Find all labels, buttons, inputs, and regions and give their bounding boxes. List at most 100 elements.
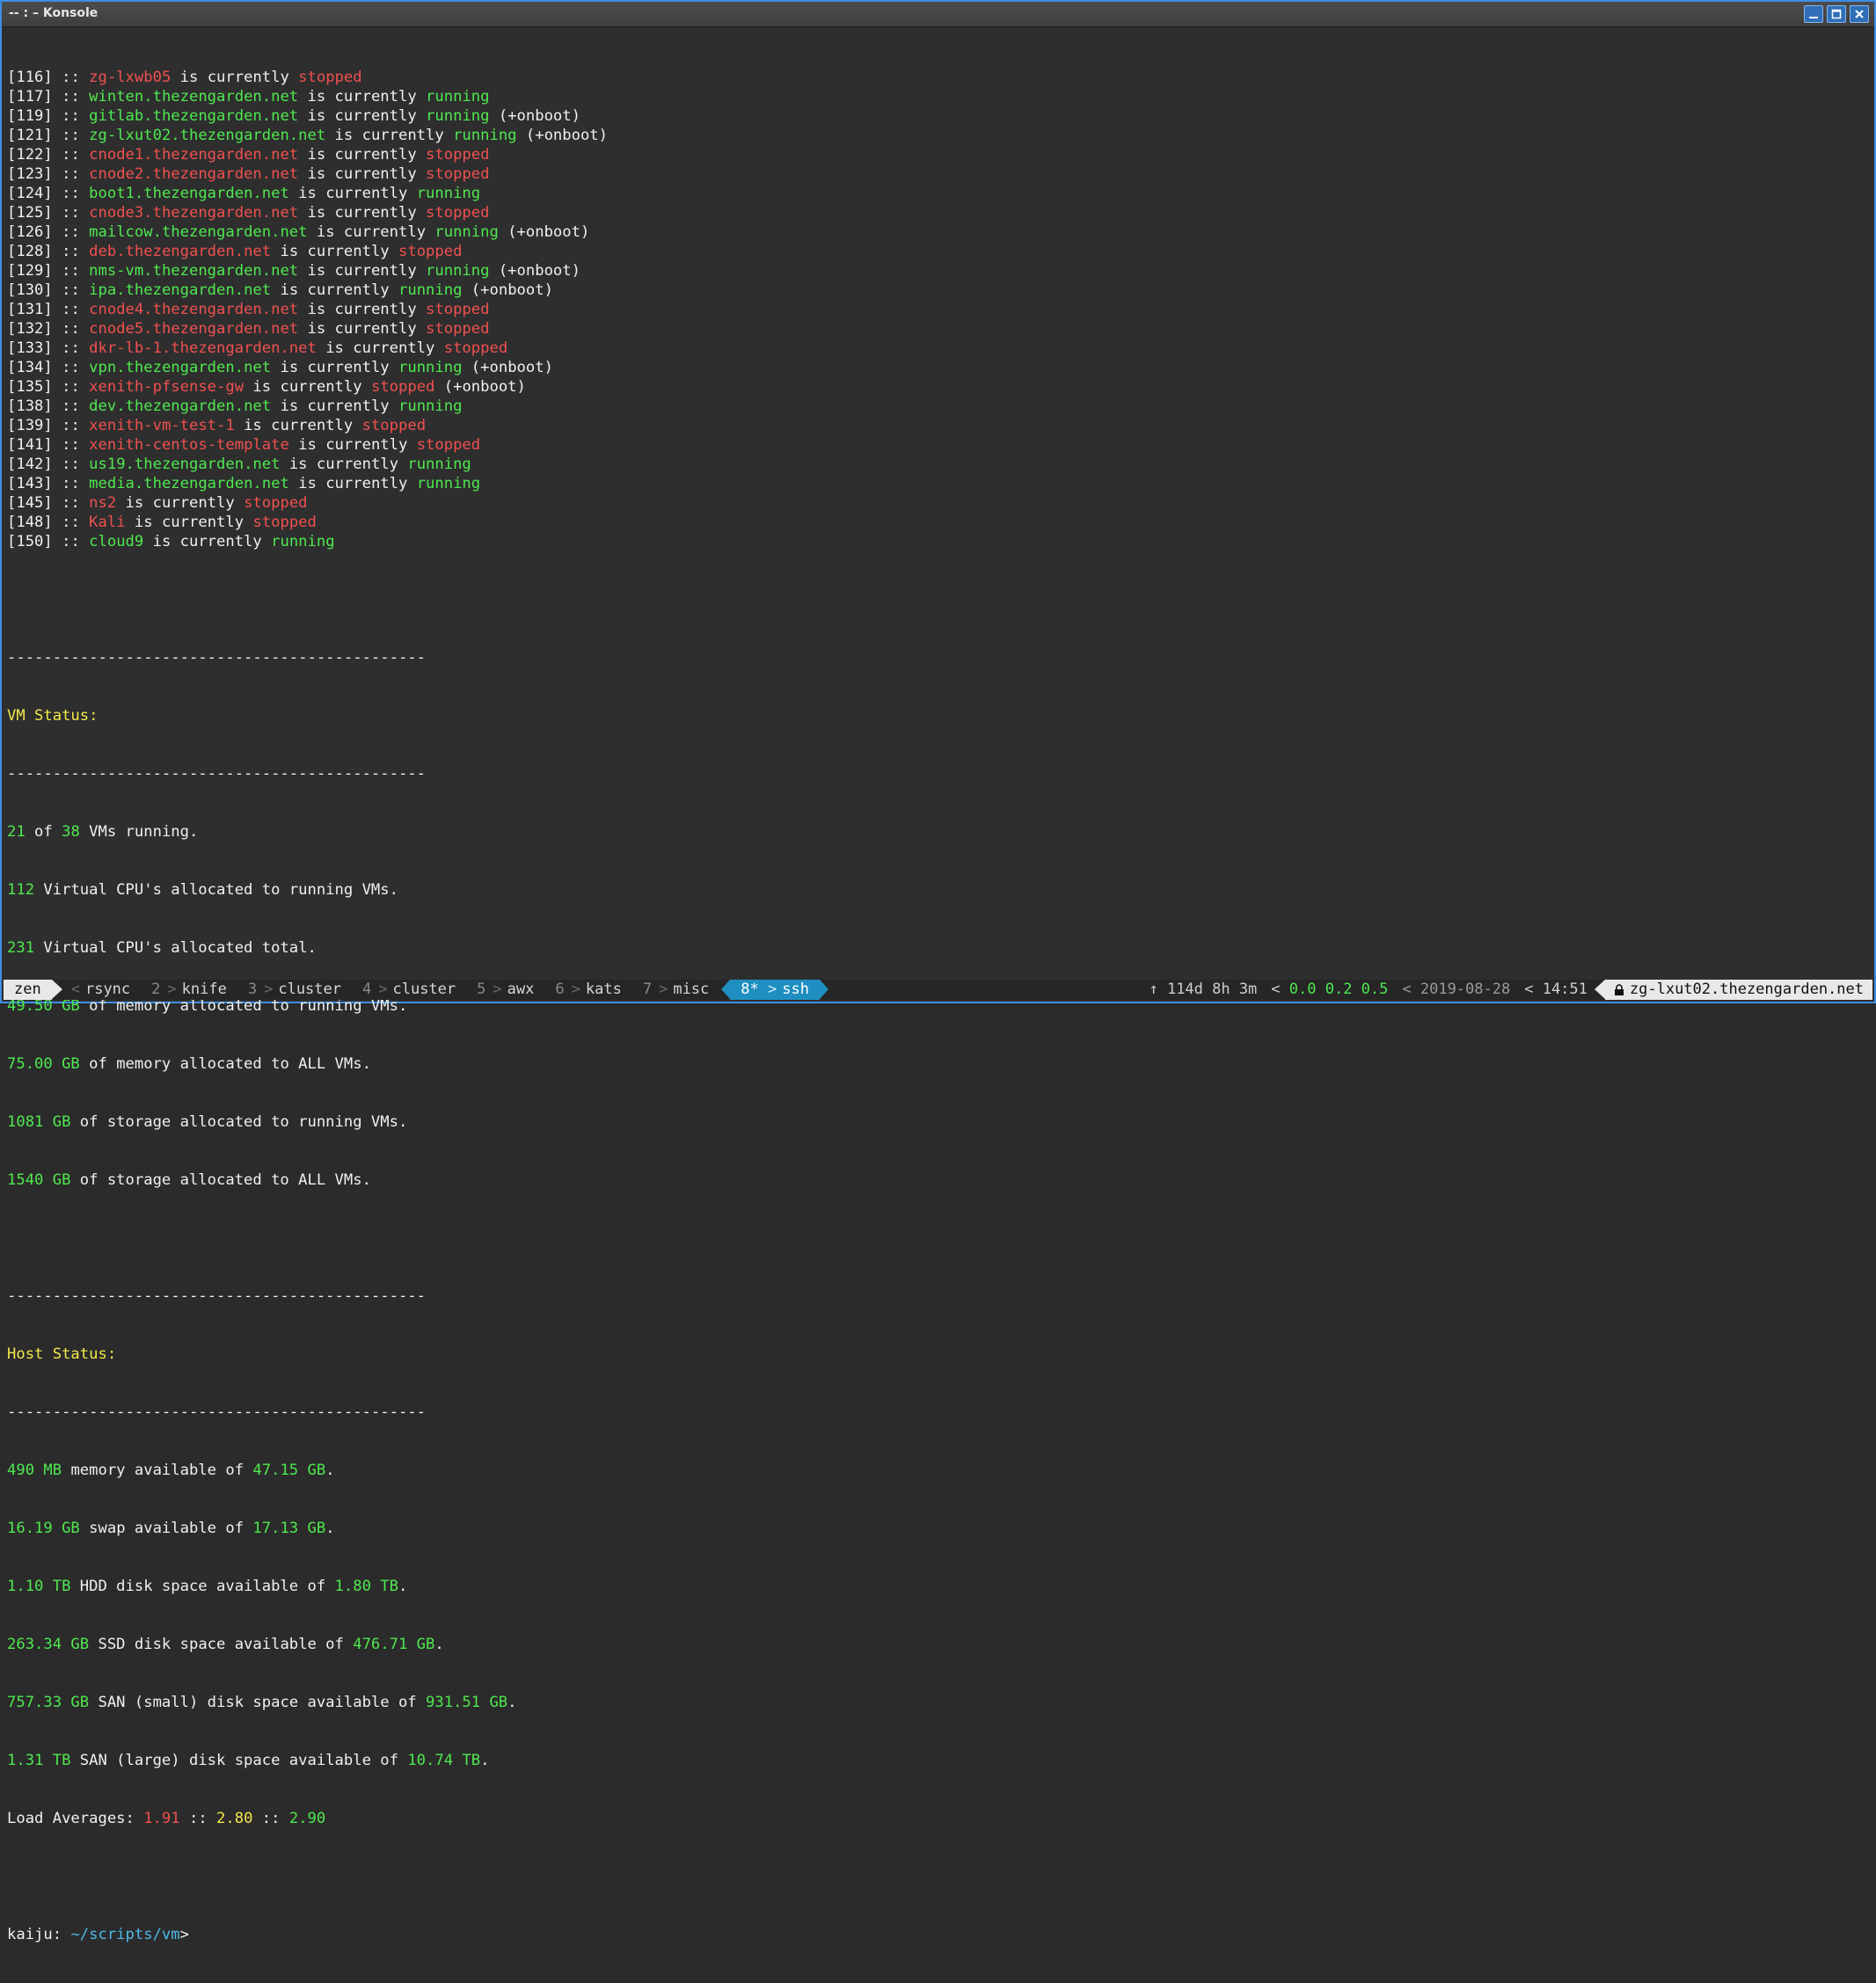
separator: :: <box>52 223 90 241</box>
vm-list-item: [130] :: ipa.thezengarden.net is current… <box>7 281 1869 300</box>
vm-state: stopped <box>244 494 308 512</box>
tab-label: knife <box>181 981 227 998</box>
status-text: is currently <box>298 107 427 125</box>
tab-awx[interactable]: 5 > awx <box>468 980 546 1000</box>
tab-number: 2 <box>151 981 161 998</box>
storage-all-line: 1540 GB of storage allocated to ALL VMs. <box>7 1171 371 1189</box>
separator: :: <box>52 107 90 125</box>
vm-list-item: [121] :: zg-lxut02.thezengarden.net is c… <box>7 126 1869 145</box>
vm-list-item: [117] :: winten.thezengarden.net is curr… <box>7 87 1869 106</box>
status-text: is currently <box>271 359 398 376</box>
vm-list-item: [150] :: cloud9 is currently running <box>7 532 1869 551</box>
vm-name: nms-vm.thezengarden.net <box>89 262 299 280</box>
separator: :: <box>52 69 90 86</box>
vm-name: winten.thezengarden.net <box>89 88 299 106</box>
separator: :: <box>52 397 90 415</box>
status-text: is currently <box>298 165 427 183</box>
separator: :: <box>52 417 90 434</box>
separator: :: <box>52 514 90 531</box>
vm-list-item: [129] :: nms-vm.thezengarden.net is curr… <box>7 261 1869 281</box>
host-san-large-line: 1.31 TB SAN (large) disk space available… <box>7 1752 490 1769</box>
status-text: is currently <box>244 378 371 396</box>
vm-id: [141] <box>7 436 53 454</box>
vm-name: boot1.thezengarden.net <box>89 185 289 202</box>
tab-label: awx <box>507 981 535 998</box>
tmux-status-bar: zen < rsync 2 > knife 3 > cluster 4 > cluster 5 > awx… <box>4 980 1872 1000</box>
vm-list-item: [139] :: xenith-vm-test-1 is currently s… <box>7 416 1869 435</box>
vm-state: stopped <box>426 301 490 318</box>
vm-list-item: [123] :: cnode2.thezengarden.net is curr… <box>7 164 1869 184</box>
close-button[interactable] <box>1850 5 1869 23</box>
tab-active-ssh[interactable]: 8* > ssh <box>730 980 820 1000</box>
maximize-button[interactable] <box>1827 5 1846 23</box>
tab-kats[interactable]: 6 > kats <box>546 980 633 1000</box>
shell-prompt[interactable]: kaiju: ~/scripts/vm> <box>7 1925 1869 1944</box>
vm-list-item: [124] :: boot1.thezengarden.net is curre… <box>7 184 1869 203</box>
title-bar[interactable]: -- : – Konsole <box>2 2 1874 27</box>
vm-state: running <box>426 107 490 125</box>
onboot-flag: (+onboot) <box>471 281 553 299</box>
vm-name: zg-lxwb05 <box>89 69 172 86</box>
status-text: is currently <box>116 494 245 512</box>
tab-number: 5 <box>477 981 486 998</box>
minimize-button[interactable] <box>1804 5 1823 23</box>
status-text: is currently <box>307 223 435 241</box>
vm-name: cnode4.thezengarden.net <box>89 301 299 318</box>
powerline-arrow <box>1594 980 1605 999</box>
tab-cluster[interactable]: 4 > cluster <box>354 980 468 1000</box>
status-text: is currently <box>280 456 408 473</box>
tab-rsync[interactable]: < rsync <box>62 980 142 1000</box>
vm-state: running <box>416 185 481 202</box>
tab-separator: > <box>571 981 580 998</box>
vm-name: cnode5.thezengarden.net <box>89 320 299 338</box>
vm-state: stopped <box>398 243 463 260</box>
divider: ----------------------------------------… <box>7 649 426 667</box>
terminal-output[interactable]: [116] :: zg-lxwb05 is currently stopped[… <box>7 29 1869 1943</box>
status-text: is currently <box>171 69 299 86</box>
onboot-flag: (+onboot) <box>471 359 553 376</box>
vm-id: [138] <box>7 397 53 415</box>
tab-separator: > <box>264 981 274 998</box>
vm-id: [124] <box>7 185 53 202</box>
tab-misc[interactable]: 7 > misc <box>634 980 721 1000</box>
vm-state: running <box>271 533 335 550</box>
tab-number: 3 <box>247 981 258 998</box>
vm-name: deb.thezengarden.net <box>89 243 272 260</box>
vm-state: stopped <box>370 378 435 396</box>
vm-state: stopped <box>426 146 490 164</box>
vm-state: running <box>453 127 517 144</box>
tab-separator: > <box>167 981 177 998</box>
minimize-icon <box>1809 17 1818 18</box>
tab-knife[interactable]: 2 > knife <box>142 980 239 1000</box>
onboot-flag: (+onboot) <box>498 262 580 280</box>
vm-name: zg-lxut02.thezengarden.net <box>89 127 326 144</box>
vm-id: [145] <box>7 494 53 512</box>
vm-list-item: [138] :: dev.thezengarden.net is current… <box>7 397 1869 416</box>
tab-label: kats <box>585 981 622 998</box>
status-text: is currently <box>271 243 398 260</box>
status-hostname: zg-lxut02.thezengarden.net <box>1604 980 1872 1000</box>
separator: :: <box>52 494 90 512</box>
vm-state: stopped <box>252 514 317 531</box>
mem-all-line: 75.00 GB of memory allocated to ALL VMs. <box>7 1055 371 1073</box>
separator: :: <box>52 456 90 473</box>
vm-id: [126] <box>7 223 53 241</box>
vm-name: vpn.thezengarden.net <box>89 359 272 376</box>
tab-cluster[interactable]: 3 > cluster <box>239 980 354 1000</box>
vm-state: running <box>426 262 490 280</box>
vm-state: stopped <box>426 320 490 338</box>
tab-separator: < <box>70 981 80 998</box>
vm-state: running <box>416 475 481 492</box>
session-name[interactable]: zen <box>4 980 52 1000</box>
tab-separator: > <box>659 981 668 998</box>
status-text: is currently <box>298 320 427 338</box>
tab-number: 6 <box>555 981 565 998</box>
window-tabs: < rsync 2 > knife 3 > cluster 4 > cluster 5 > awx 6 > ka… <box>62 980 722 1000</box>
vm-name: xenith-pfsense-gw <box>89 378 245 396</box>
window-title: -- : – Konsole <box>9 6 99 20</box>
tab-number: 8* <box>741 981 759 998</box>
vm-id: [117] <box>7 88 53 106</box>
tab-label: rsync <box>84 981 131 998</box>
separator: :: <box>52 320 90 338</box>
